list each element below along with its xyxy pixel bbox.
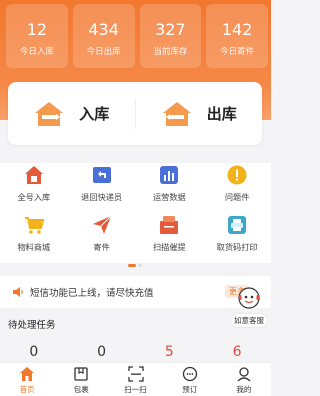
pending-count[interactable]: 0 [0, 344, 68, 360]
return-icon [92, 167, 111, 183]
grid-label: 退回快递员 [81, 192, 123, 202]
package-icon [74, 367, 88, 381]
grid-label: 物料商城 [17, 242, 51, 252]
tab-label: 预订 [182, 385, 198, 394]
tab-booking[interactable]: 预订 [163, 363, 217, 396]
pending-tasks-row: 0 0 5 6 [0, 344, 271, 360]
inbound-house-icon [35, 101, 64, 126]
grid-item-return-courier[interactable]: 退回快递员 [68, 163, 136, 213]
grid-label: 扫描催提 [152, 242, 186, 252]
home-icon [20, 367, 35, 381]
stat-card-sent-today[interactable]: 142 今日寄件 [206, 4, 268, 68]
stat-value: 434 [88, 20, 119, 39]
outbound-house-icon [162, 101, 191, 126]
send-icon [92, 215, 111, 234]
tab-label: 我的 [236, 385, 252, 394]
service-label: 如意客服 [231, 314, 267, 327]
inbound-label: 入库 [79, 105, 110, 123]
grid-label: 取货码打印 [216, 242, 258, 252]
grid-label: 运营数据 [152, 192, 186, 202]
stat-label: 今日入库 [19, 47, 54, 57]
stat-value: 142 [221, 20, 253, 39]
notice-text: 短信功能已上线，请尽快充值 [30, 288, 154, 299]
printer-icon [228, 216, 247, 234]
function-grid: 全号入库 退回快递员 运营数据 问题件 物料商城 寄件 扫描催提 取货码打印 [0, 163, 271, 263]
house-icon [24, 166, 43, 184]
tab-label: 首页 [19, 385, 35, 394]
bar-chart-icon [160, 166, 179, 184]
grid-pager [128, 264, 142, 267]
grid-item-send[interactable]: 寄件 [68, 213, 136, 263]
scan-icon [127, 366, 144, 382]
pending-tasks-title: 待处理任务 [8, 320, 56, 331]
app-root: 12 今日入库 434 今日出库 327 当前库存 142 今日寄件 入库 出库… [0, 0, 271, 396]
pager-dot-active [128, 264, 136, 267]
pager-dot [138, 264, 142, 267]
pending-count[interactable]: 5 [136, 344, 204, 360]
customer-service-float[interactable]: 如意客服 [231, 287, 267, 327]
outbound-label: 出库 [206, 105, 237, 123]
stat-card-stock[interactable]: 327 当前库存 [139, 4, 202, 68]
warning-icon [227, 165, 247, 185]
grid-item-material-mall[interactable]: 物料商城 [0, 213, 68, 263]
grid-label: 寄件 [93, 242, 110, 252]
grid-item-pickup-code-print[interactable]: 取货码打印 [203, 213, 271, 263]
stat-label: 今日出库 [86, 47, 121, 57]
inbound-button[interactable]: 入库 [8, 82, 135, 145]
grid-label: 全号入库 [17, 192, 51, 202]
outbound-button[interactable]: 出库 [136, 82, 263, 145]
grid-item-operation-data[interactable]: 运营数据 [136, 163, 204, 213]
cart-icon [24, 217, 44, 234]
tab-label: 包裹 [73, 385, 89, 394]
stat-value: 12 [26, 20, 48, 39]
user-icon [237, 367, 251, 382]
grid-item-full-inbound[interactable]: 全号入库 [0, 163, 68, 213]
stat-label: 今日寄件 [220, 47, 255, 57]
scan-box-icon [160, 216, 179, 234]
service-avatar-icon [238, 287, 260, 309]
tab-home[interactable]: 首页 [0, 363, 54, 396]
bottom-tab-bar: 首页 包裹 扫一扫 预订 我的 [0, 362, 271, 396]
stat-value: 327 [155, 20, 186, 39]
stats-row: 12 今日入库 434 今日出库 327 当前库存 142 今日寄件 [6, 4, 268, 68]
stat-label: 当前库存 [153, 47, 188, 57]
tab-scan[interactable]: 扫一扫 [108, 363, 162, 396]
tab-label: 扫一扫 [124, 385, 147, 394]
pending-count[interactable]: 6 [203, 344, 271, 360]
stat-card-out-today[interactable]: 434 今日出库 [72, 4, 135, 68]
grid-row: 物料商城 寄件 扫描催提 取货码打印 [0, 213, 271, 263]
grid-label: 问题件 [224, 192, 250, 202]
grid-item-scan-remind[interactable]: 扫描催提 [136, 213, 204, 263]
grid-item-problem-parcel[interactable]: 问题件 [203, 163, 271, 213]
pending-count[interactable]: 0 [68, 344, 136, 360]
chat-icon [182, 366, 197, 382]
speaker-icon [13, 287, 23, 297]
tab-mine[interactable]: 我的 [217, 363, 271, 396]
tab-package[interactable]: 包裹 [54, 363, 108, 396]
stat-card-in-today[interactable]: 12 今日入库 [6, 4, 68, 68]
grid-row: 全号入库 退回快递员 运营数据 问题件 [0, 163, 271, 213]
in-out-card: 入库 出库 [8, 82, 262, 145]
